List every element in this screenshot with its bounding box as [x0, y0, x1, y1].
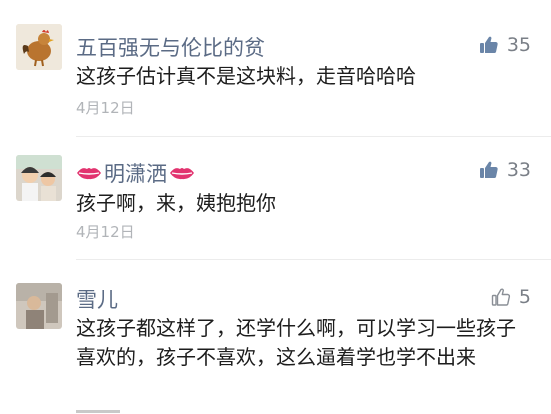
lips-icon	[77, 168, 101, 180]
thumbs-up-filled-icon	[479, 161, 498, 178]
avatar[interactable]	[16, 24, 62, 70]
comment-text: 孩子啊，来，姨抱抱你	[76, 191, 276, 215]
like-count: 35	[506, 34, 531, 56]
like-button[interactable]: 35	[479, 34, 531, 56]
like-count: 33	[506, 159, 531, 181]
comment-text: 这孩子都这样了，还学什么啊，可以学习一些孩子喜欢的，孩子不喜欢，这么逼着学也学不…	[76, 316, 516, 369]
thumbs-up-filled-icon	[479, 36, 498, 53]
comment-date: 4月12日	[76, 223, 135, 241]
comment-list: 五百强无与伦比的贫 35 这孩子估计真不是这块料，走音哈哈哈 4月12日 明潇洒…	[0, 0, 551, 414]
like-count: 5	[518, 286, 531, 308]
like-button[interactable]: 5	[491, 286, 531, 308]
like-button[interactable]: 33	[479, 159, 531, 181]
username[interactable]: 五百强无与伦比的贫	[76, 32, 265, 62]
thumbs-up-outline-icon	[491, 288, 510, 306]
photo-icon	[16, 283, 62, 329]
comment-date: 4月12日	[76, 99, 135, 117]
people-photo-icon	[16, 155, 62, 201]
lips-icon	[170, 168, 194, 180]
username[interactable]: 明潇洒	[76, 158, 195, 188]
username-text: 明潇洒	[104, 162, 167, 186]
username-text: 五百强无与伦比的贫	[76, 36, 265, 60]
avatar[interactable]	[16, 283, 62, 329]
username-text: 雪儿	[76, 288, 118, 312]
username[interactable]: 雪儿	[76, 284, 118, 314]
rooster-icon	[16, 24, 62, 70]
avatar[interactable]	[16, 155, 62, 201]
next-item-peek	[76, 404, 120, 414]
divider	[76, 136, 551, 137]
comment-text: 这孩子估计真不是这块料，走音哈哈哈	[76, 64, 416, 88]
divider	[76, 259, 551, 260]
